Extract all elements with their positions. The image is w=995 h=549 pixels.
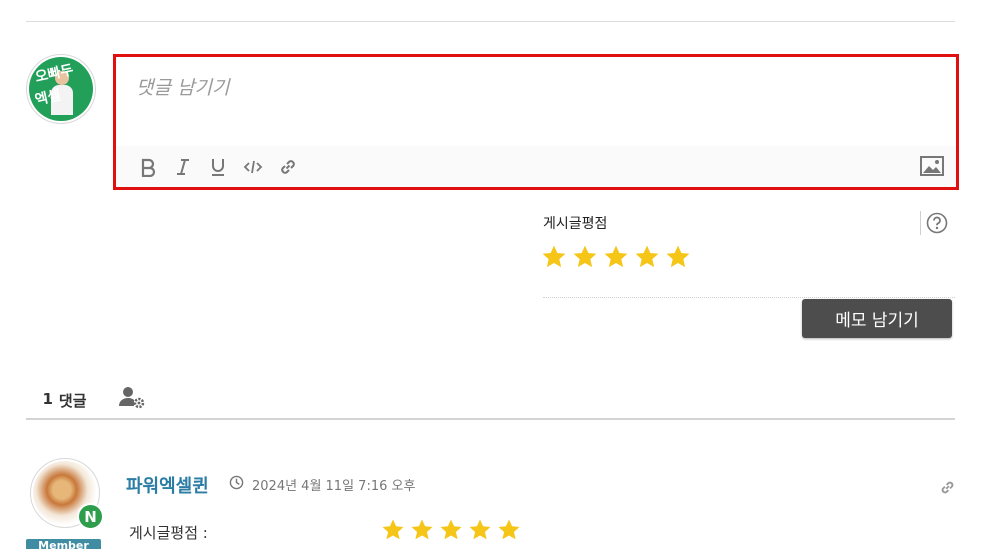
new-badge: N <box>77 503 104 530</box>
submit-memo-button[interactable]: 메모 남기기 <box>802 299 952 338</box>
underline-icon[interactable] <box>200 152 235 182</box>
star-3-icon[interactable] <box>603 244 629 270</box>
tab-comments[interactable]: 1 댓글 <box>26 388 103 420</box>
star-4-icon[interactable] <box>634 244 660 270</box>
comment-rating-stars <box>381 518 521 542</box>
permalink-icon[interactable] <box>939 479 956 496</box>
code-icon[interactable] <box>235 152 270 182</box>
star-5-icon[interactable] <box>665 244 691 270</box>
rating-label: 게시글평점 <box>543 216 608 232</box>
comment-star-1-icon <box>382 519 404 540</box>
comment-star-2-icon <box>411 519 433 540</box>
comment-section: 오빠두 엑셀 게시글평점 <box>0 0 995 549</box>
comments-label: 댓글 <box>58 392 87 410</box>
italic-icon[interactable] <box>165 152 200 182</box>
rating-divider-dotted <box>543 297 955 298</box>
comment-rating-label: 게시글평점 : <box>129 524 208 542</box>
link-icon[interactable] <box>270 152 305 182</box>
image-icon[interactable] <box>920 156 944 176</box>
member-badge: Member <box>26 539 101 549</box>
bold-icon[interactable] <box>130 152 165 182</box>
current-user-avatar: 오빠두 엑셀 <box>26 54 96 124</box>
comment-date[interactable]: 2024년 4월 11일 7:16 오후 <box>252 475 415 494</box>
tabs-divider <box>26 418 955 420</box>
rating-stars <box>541 244 691 270</box>
star-1-icon[interactable] <box>541 244 567 270</box>
top-divider <box>26 21 955 22</box>
rating-divider <box>920 211 921 235</box>
tab-users[interactable] <box>107 386 156 420</box>
comment-star-4-icon <box>469 519 491 540</box>
comments-count: 1 <box>42 390 53 408</box>
comment-input[interactable] <box>116 57 956 145</box>
help-icon[interactable] <box>926 212 948 234</box>
star-2-icon[interactable] <box>572 244 598 270</box>
clock-icon <box>229 475 244 490</box>
user-settings-icon <box>118 387 144 409</box>
comment-editor <box>113 54 959 190</box>
comment-author-name[interactable]: 파워엑셀퀸 <box>126 472 209 498</box>
editor-toolbar <box>116 146 956 187</box>
comment-star-3-icon <box>440 519 462 540</box>
comment-star-5-icon <box>498 519 520 540</box>
